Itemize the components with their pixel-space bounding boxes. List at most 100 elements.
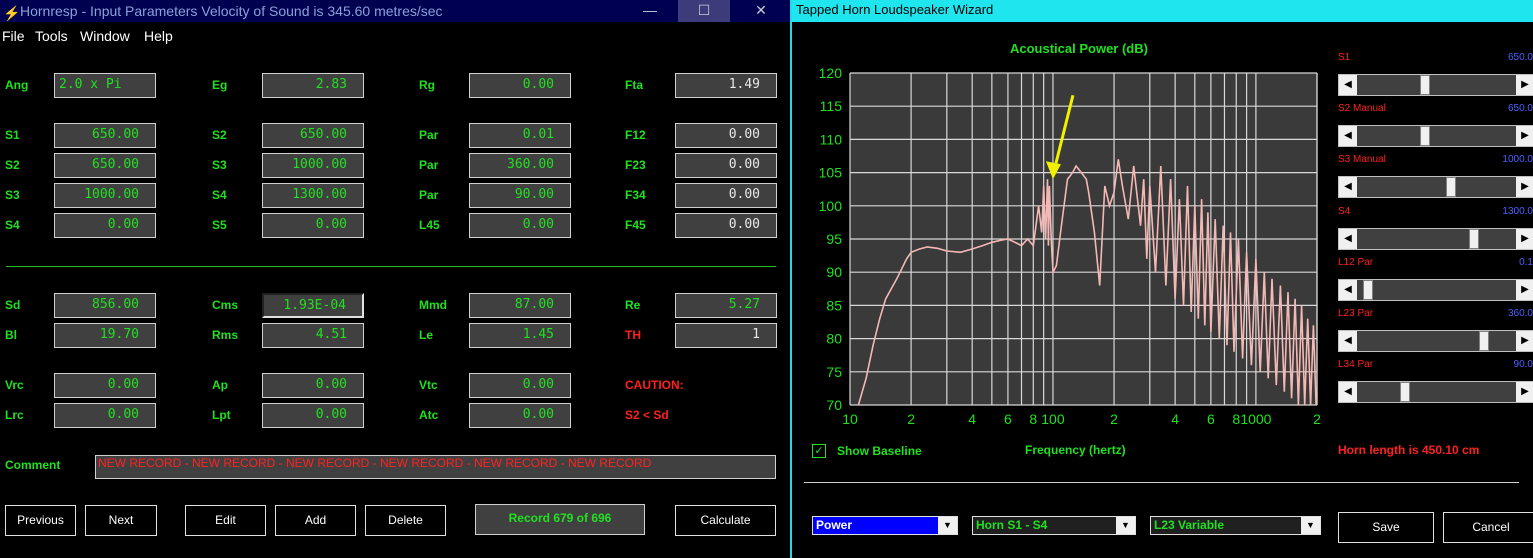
rms-field[interactable]: 4.51 xyxy=(262,323,364,348)
comment-label: Comment xyxy=(5,458,61,472)
f34-field[interactable]: 0.00 xyxy=(675,183,777,208)
fta-field[interactable]: 1.49 xyxy=(675,73,777,98)
slider-thumb[interactable] xyxy=(1446,177,1457,197)
acoustical-power-chart: 120115110105100959085807570 10 2 4 6 8 100 2 4 6… xyxy=(819,65,1321,427)
arrow-right-icon[interactable]: ▶ xyxy=(1516,280,1533,300)
ap-field[interactable]: 0.00 xyxy=(262,373,364,398)
minimize-button[interactable]: — xyxy=(624,0,676,22)
chevron-down-icon[interactable]: ▼ xyxy=(938,517,957,534)
lrc-field[interactable]: 0.00 xyxy=(54,403,156,428)
le-field[interactable]: 1.45 xyxy=(469,323,571,348)
cms-field[interactable]: 1.93E-04 xyxy=(262,293,364,318)
next-button[interactable]: Next xyxy=(85,505,157,536)
sd-field[interactable]: 856.00 xyxy=(54,293,156,318)
checkbox-check-icon[interactable]: ✓ xyxy=(812,444,826,458)
atc-field[interactable]: 0.00 xyxy=(469,403,571,428)
slider-value: 1000.0 xyxy=(1502,154,1533,165)
vtc-field[interactable]: 0.00 xyxy=(469,373,571,398)
par1-label: Par xyxy=(419,128,439,142)
le-label: Le xyxy=(419,328,434,342)
menu-help[interactable]: Help xyxy=(144,28,173,44)
hornresp-input-window: ⚡ Hornresp - Input Parameters Velocity o… xyxy=(0,0,790,558)
caution-label: CAUTION: xyxy=(625,378,684,392)
arrow-left-icon[interactable]: ◀ xyxy=(1339,126,1357,146)
s1-field[interactable]: 650.00 xyxy=(54,123,156,148)
edit-button[interactable]: Edit xyxy=(185,505,266,536)
slider-thumb[interactable] xyxy=(1362,280,1373,300)
eg-label: Eg xyxy=(212,78,228,92)
menu-tools[interactable]: Tools xyxy=(35,28,68,44)
par2-field[interactable]: 360.00 xyxy=(469,153,571,178)
re-field[interactable]: 5.27 xyxy=(675,293,777,318)
slider-track[interactable]: ◀ ▶ xyxy=(1338,176,1533,198)
mmd-field[interactable]: 87.00 xyxy=(469,293,571,318)
par1-field[interactable]: 0.01 xyxy=(469,123,571,148)
menu-file[interactable]: File xyxy=(2,28,25,44)
s3-field[interactable]: 1000.00 xyxy=(54,183,156,208)
chevron-down-icon[interactable]: ▼ xyxy=(1116,517,1135,534)
menu-window[interactable]: Window xyxy=(80,28,130,44)
arrow-right-icon[interactable]: ▶ xyxy=(1516,75,1533,95)
slider-thumb[interactable] xyxy=(1479,331,1490,351)
rg-field[interactable]: 0.00 xyxy=(469,73,571,98)
ang-field[interactable]: 2.0 x Pi xyxy=(54,73,156,98)
slider-thumb[interactable] xyxy=(1419,126,1430,146)
th-field[interactable]: 1 xyxy=(675,323,777,348)
maximize-button[interactable]: ☐ xyxy=(678,0,730,22)
cancel-button[interactable]: Cancel xyxy=(1443,512,1533,543)
caution-detail: S2 < Sd xyxy=(625,408,669,422)
arrow-left-icon[interactable]: ◀ xyxy=(1339,280,1357,300)
lpt-field[interactable]: 0.00 xyxy=(262,403,364,428)
power-dropdown-value: Power xyxy=(816,518,853,532)
slider-thumb[interactable] xyxy=(1468,229,1479,249)
save-button[interactable]: Save xyxy=(1338,512,1434,543)
s3-field-col2[interactable]: 1000.00 xyxy=(262,153,364,178)
add-button[interactable]: Add xyxy=(275,505,356,536)
l45-field[interactable]: 0.00 xyxy=(469,213,571,238)
vrc-field[interactable]: 0.00 xyxy=(54,373,156,398)
slider-thumb[interactable] xyxy=(1400,382,1411,402)
calculate-button[interactable]: Calculate xyxy=(675,505,776,536)
arrow-right-icon[interactable]: ▶ xyxy=(1516,126,1533,146)
slider-track[interactable]: ◀ ▶ xyxy=(1338,381,1533,403)
arrow-left-icon[interactable]: ◀ xyxy=(1339,229,1357,249)
s2-field-col2[interactable]: 650.00 xyxy=(262,123,364,148)
s4-field-col2[interactable]: 1300.00 xyxy=(262,183,364,208)
variable-dropdown[interactable]: L23 Variable ▼ xyxy=(1150,516,1321,535)
slider-label: S2 Manual xyxy=(1338,103,1386,114)
delete-button[interactable]: Delete xyxy=(365,505,446,536)
s4-field[interactable]: 0.00 xyxy=(54,213,156,238)
s5-field[interactable]: 0.00 xyxy=(262,213,364,238)
chevron-down-icon[interactable]: ▼ xyxy=(1301,517,1320,534)
slider-track[interactable]: ◀ ▶ xyxy=(1338,279,1533,301)
par3-field[interactable]: 90.00 xyxy=(469,183,571,208)
slider-track[interactable]: ◀ ▶ xyxy=(1338,228,1533,250)
slider-thumb[interactable] xyxy=(1419,75,1430,95)
x-tick-label: 10 xyxy=(842,411,858,427)
arrow-right-icon[interactable]: ▶ xyxy=(1516,229,1533,249)
bl-field[interactable]: 19.70 xyxy=(54,323,156,348)
y-tick-label: 115 xyxy=(820,98,843,114)
slider-track[interactable]: ◀ ▶ xyxy=(1338,125,1533,147)
arrow-right-icon[interactable]: ▶ xyxy=(1516,331,1533,351)
comment-field[interactable]: NEW RECORD - NEW RECORD - NEW RECORD - N… xyxy=(95,455,776,479)
power-dropdown[interactable]: Power ▼ xyxy=(812,516,958,535)
eg-field[interactable]: 2.83 xyxy=(262,73,364,98)
slider-track[interactable]: ◀ ▶ xyxy=(1338,330,1533,352)
f12-field[interactable]: 0.00 xyxy=(675,123,777,148)
close-button[interactable]: ✕ xyxy=(735,0,787,22)
slider-track[interactable]: ◀ ▶ xyxy=(1338,74,1533,96)
f45-field[interactable]: 0.00 xyxy=(675,213,777,238)
f23-field[interactable]: 0.00 xyxy=(675,153,777,178)
arrow-right-icon[interactable]: ▶ xyxy=(1516,382,1533,402)
horn-dropdown[interactable]: Horn S1 - S4 ▼ xyxy=(972,516,1136,535)
arrow-left-icon[interactable]: ◀ xyxy=(1339,331,1357,351)
arrow-right-icon[interactable]: ▶ xyxy=(1516,177,1533,197)
arrow-left-icon[interactable]: ◀ xyxy=(1339,382,1357,402)
y-axis-ticks: 120 115 110 105 100 95 90 85 80 75 70 xyxy=(819,65,843,413)
s2-field[interactable]: 650.00 xyxy=(54,153,156,178)
arrow-left-icon[interactable]: ◀ xyxy=(1339,75,1357,95)
previous-button[interactable]: Previous xyxy=(5,505,76,536)
arrow-left-icon[interactable]: ◀ xyxy=(1339,177,1357,197)
section-divider xyxy=(6,266,776,267)
